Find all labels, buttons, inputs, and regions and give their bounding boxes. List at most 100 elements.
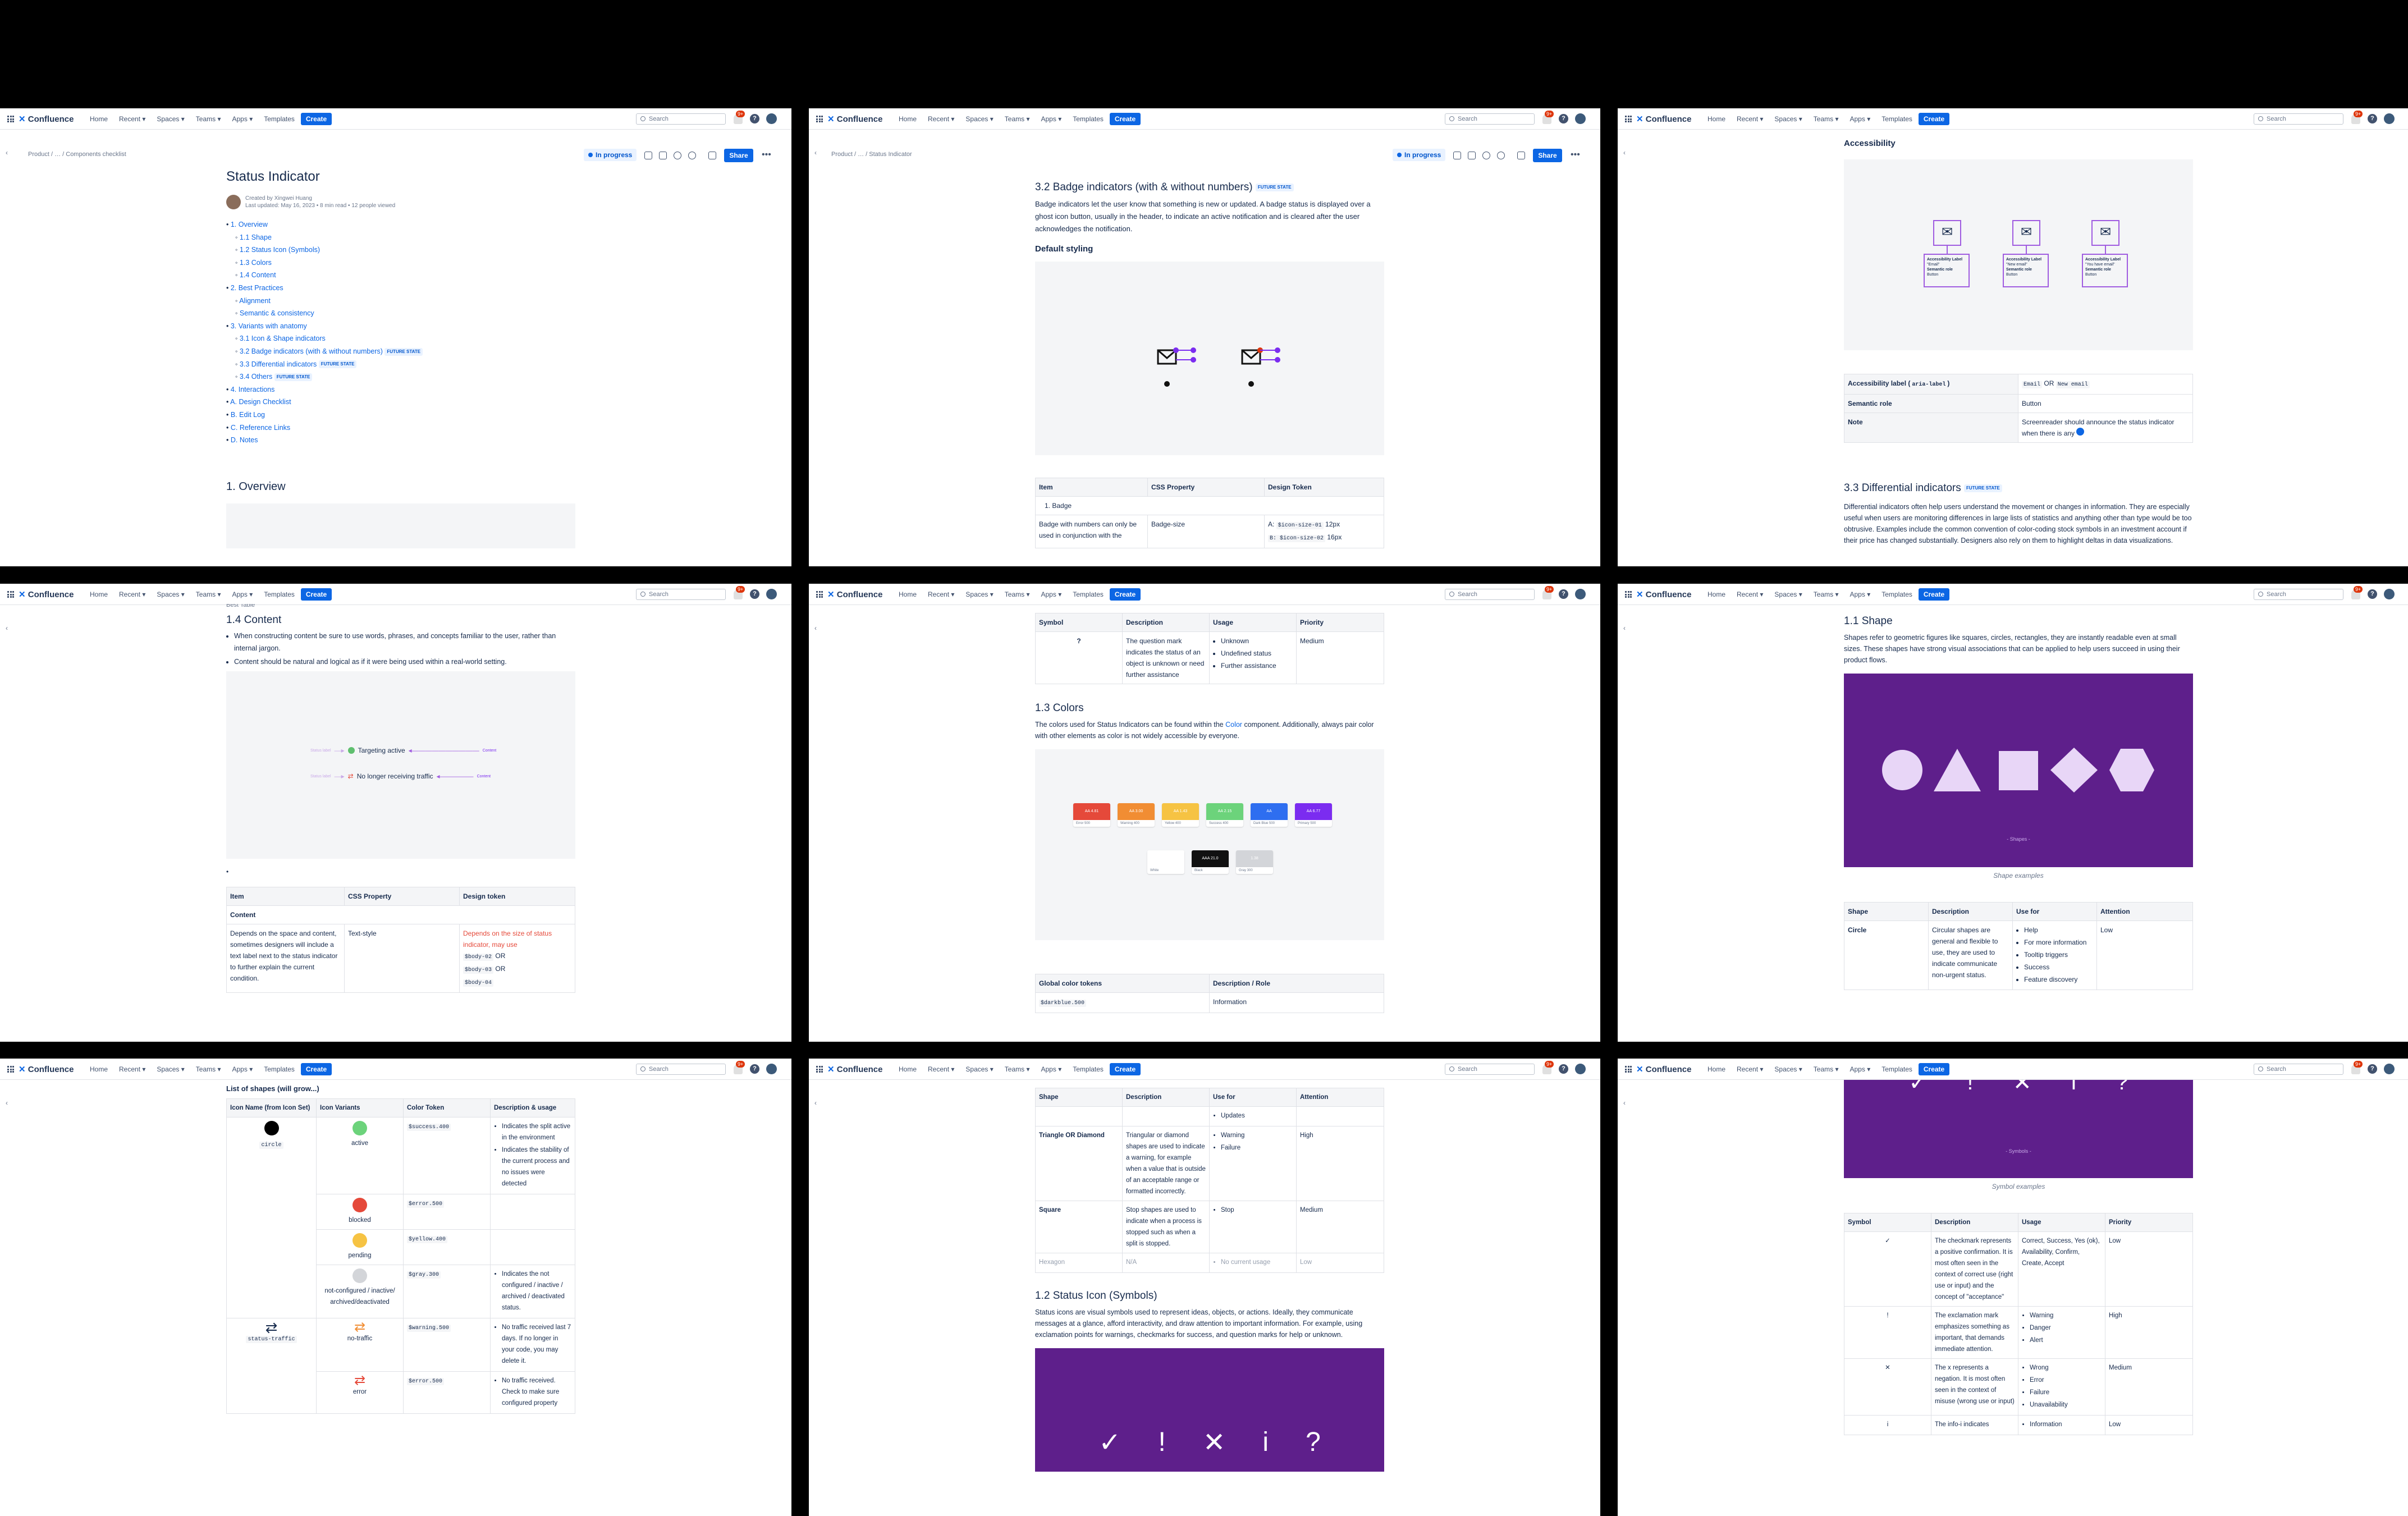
toc-item[interactable]: ◦ 3.1 Icon & Shape indicators bbox=[226, 332, 575, 345]
search-input[interactable]: Search bbox=[2254, 589, 2343, 600]
search-input[interactable]: Search bbox=[2254, 113, 2343, 125]
comment-icon[interactable] bbox=[659, 152, 667, 159]
nav-templates[interactable]: Templates bbox=[1073, 115, 1104, 123]
help-icon[interactable]: ? bbox=[750, 114, 759, 123]
avatar[interactable] bbox=[2384, 589, 2395, 599]
help-icon[interactable]: ? bbox=[750, 1064, 759, 1074]
nav-teams[interactable]: Teams ▾ bbox=[1005, 590, 1030, 598]
search-input[interactable]: Search bbox=[1445, 589, 1535, 600]
nav-teams[interactable]: Teams ▾ bbox=[196, 1065, 221, 1073]
nav-templates[interactable]: Templates bbox=[1881, 590, 1912, 598]
avatar[interactable] bbox=[766, 589, 777, 599]
toc-item[interactable]: • B. Edit Log bbox=[226, 409, 575, 422]
avatar[interactable] bbox=[2384, 113, 2395, 124]
confluence-logo[interactable]: ✕ Confluence bbox=[19, 589, 74, 599]
sidebar-collapse-icon[interactable]: ‹ bbox=[1623, 624, 1629, 632]
create-button[interactable]: Create bbox=[1919, 113, 1949, 125]
help-icon[interactable]: ? bbox=[1559, 1064, 1568, 1074]
nav-templates[interactable]: Templates bbox=[1881, 1065, 1912, 1073]
copy-link-icon[interactable] bbox=[708, 152, 716, 159]
watch-icon[interactable] bbox=[1497, 152, 1505, 159]
sidebar-collapse-icon[interactable]: ‹ bbox=[814, 149, 820, 157]
toc-item[interactable]: ◦ Alignment bbox=[226, 295, 575, 308]
copy-link-icon[interactable] bbox=[1517, 152, 1525, 159]
status-lozenge[interactable]: In progress bbox=[1393, 149, 1446, 161]
nav-teams[interactable]: Teams ▾ bbox=[196, 590, 221, 598]
create-button[interactable]: Create bbox=[301, 1063, 332, 1075]
toc-item[interactable]: ◦ 3.3 Differential indicators FUTURE STA… bbox=[226, 358, 575, 371]
search-input[interactable]: Search bbox=[2254, 1064, 2343, 1075]
search-input[interactable]: Search bbox=[1445, 113, 1535, 125]
app-switcher-icon[interactable] bbox=[816, 116, 823, 122]
create-button[interactable]: Create bbox=[301, 113, 332, 125]
nav-apps[interactable]: Apps ▾ bbox=[1041, 115, 1062, 123]
nav-templates[interactable]: Templates bbox=[1073, 590, 1104, 598]
nav-teams[interactable]: Teams ▾ bbox=[1814, 1065, 1839, 1073]
toc-item[interactable]: • D. Notes bbox=[226, 434, 575, 447]
sidebar-collapse-icon[interactable]: ‹ bbox=[814, 624, 820, 632]
toc-item[interactable]: ◦ Semantic & consistency bbox=[226, 307, 575, 320]
breadcrumb[interactable]: Product / … / Components checklist bbox=[28, 151, 126, 158]
avatar[interactable] bbox=[1575, 589, 1586, 599]
nav-home[interactable]: Home bbox=[899, 590, 917, 598]
nav-apps[interactable]: Apps ▾ bbox=[1850, 590, 1871, 598]
toc-item[interactable]: ◦ 1.1 Shape bbox=[226, 231, 575, 244]
create-button[interactable]: Create bbox=[1110, 1063, 1141, 1075]
confluence-logo[interactable]: ✕ Confluence bbox=[1636, 589, 1691, 599]
sidebar-collapse-icon[interactable]: ‹ bbox=[1623, 149, 1629, 157]
nav-apps[interactable]: Apps ▾ bbox=[232, 115, 253, 123]
create-button[interactable]: Create bbox=[1919, 1063, 1949, 1075]
nav-spaces[interactable]: Spaces ▾ bbox=[1774, 115, 1802, 123]
toc-item[interactable]: • A. Design Checklist bbox=[226, 396, 575, 409]
nav-recent[interactable]: Recent ▾ bbox=[1737, 115, 1763, 123]
nav-apps[interactable]: Apps ▾ bbox=[1041, 1065, 1062, 1073]
nav-teams[interactable]: Teams ▾ bbox=[196, 115, 221, 123]
nav-templates[interactable]: Templates bbox=[264, 1065, 295, 1073]
more-icon[interactable]: ••• bbox=[1571, 150, 1580, 160]
nav-recent[interactable]: Recent ▾ bbox=[119, 115, 145, 123]
toc-item[interactable]: ◦ 1.2 Status Icon (Symbols) bbox=[226, 244, 575, 257]
app-switcher-icon[interactable] bbox=[7, 116, 14, 122]
nav-home[interactable]: Home bbox=[90, 590, 108, 598]
nav-apps[interactable]: Apps ▾ bbox=[232, 590, 253, 598]
nav-home[interactable]: Home bbox=[1707, 1065, 1725, 1073]
avatar[interactable] bbox=[766, 1064, 777, 1074]
edit-icon[interactable] bbox=[644, 152, 652, 159]
nav-teams[interactable]: Teams ▾ bbox=[1005, 115, 1030, 123]
search-input[interactable]: Search bbox=[636, 1064, 726, 1075]
search-input[interactable]: Search bbox=[636, 113, 726, 125]
nav-spaces[interactable]: Spaces ▾ bbox=[1774, 590, 1802, 598]
nav-teams[interactable]: Teams ▾ bbox=[1814, 115, 1839, 123]
toc-item[interactable]: • 4. Interactions bbox=[226, 383, 575, 396]
nav-recent[interactable]: Recent ▾ bbox=[928, 1065, 954, 1073]
avatar[interactable] bbox=[2384, 1064, 2395, 1074]
sidebar-collapse-icon[interactable]: ‹ bbox=[1623, 1099, 1629, 1107]
nav-spaces[interactable]: Spaces ▾ bbox=[965, 590, 993, 598]
status-lozenge[interactable]: In progress bbox=[584, 149, 637, 161]
sidebar-collapse-icon[interactable]: ‹ bbox=[6, 1099, 11, 1107]
nav-home[interactable]: Home bbox=[1707, 590, 1725, 598]
share-button[interactable]: Share bbox=[1533, 149, 1562, 162]
search-input[interactable]: Search bbox=[1445, 1064, 1535, 1075]
nav-spaces[interactable]: Spaces ▾ bbox=[965, 115, 993, 123]
help-icon[interactable]: ? bbox=[750, 589, 759, 599]
confluence-logo[interactable]: ✕ Confluence bbox=[1636, 114, 1691, 124]
edit-icon[interactable] bbox=[1453, 152, 1461, 159]
sidebar-collapse-icon[interactable]: ‹ bbox=[6, 624, 11, 632]
nav-recent[interactable]: Recent ▾ bbox=[119, 590, 145, 598]
help-icon[interactable]: ? bbox=[1559, 114, 1568, 123]
nav-spaces[interactable]: Spaces ▾ bbox=[1774, 1065, 1802, 1073]
nav-home[interactable]: Home bbox=[90, 1065, 108, 1073]
help-icon[interactable]: ? bbox=[2368, 1064, 2377, 1074]
nav-recent[interactable]: Recent ▾ bbox=[928, 115, 954, 123]
toc-item[interactable]: • 2. Best Practices bbox=[226, 282, 575, 295]
nav-spaces[interactable]: Spaces ▾ bbox=[157, 115, 184, 123]
create-button[interactable]: Create bbox=[1110, 113, 1141, 125]
create-button[interactable]: Create bbox=[1919, 588, 1949, 601]
confluence-logo[interactable]: ✕ Confluence bbox=[827, 114, 882, 124]
star-icon[interactable] bbox=[674, 152, 681, 159]
nav-apps[interactable]: Apps ▾ bbox=[232, 1065, 253, 1073]
confluence-logo[interactable]: ✕ Confluence bbox=[1636, 1064, 1691, 1074]
confluence-logo[interactable]: ✕ Confluence bbox=[827, 589, 882, 599]
nav-templates[interactable]: Templates bbox=[264, 115, 295, 123]
